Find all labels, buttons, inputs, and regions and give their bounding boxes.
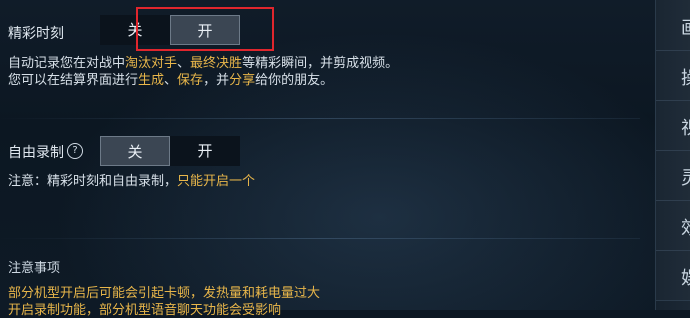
sidebar-item-6[interactable]: 娱 bbox=[656, 250, 690, 301]
notes-title: 注意事项 bbox=[8, 261, 61, 276]
sidebar-item-3[interactable]: 视 bbox=[656, 100, 690, 151]
section-divider-2 bbox=[0, 238, 640, 239]
red-annotation-box bbox=[136, 7, 274, 51]
help-icon[interactable]: ? bbox=[67, 143, 83, 159]
sidebar-item-1[interactable]: 画 bbox=[656, 0, 690, 51]
free-record-on-option[interactable]: 开 bbox=[170, 136, 240, 166]
highlights-label: 精彩时刻 bbox=[8, 26, 64, 42]
sidebar-item-5[interactable]: 效 bbox=[656, 200, 690, 251]
right-sidebar: 画 操 视 灵 效 娱 bbox=[655, 0, 690, 310]
sidebar-item-4[interactable]: 灵 bbox=[656, 150, 690, 201]
free-record-toggle[interactable]: 关 开 bbox=[100, 136, 240, 166]
free-record-label: 自由录制 bbox=[8, 145, 64, 161]
free-record-note: 注意：精彩时刻和自由录制，只能开启一个 bbox=[8, 174, 256, 189]
notes-line-2: 开启录制功能，部分机型语音聊天功能会受影响 bbox=[8, 303, 282, 318]
highlights-description-line2: 您可以在结算界面进行生成、保存，并分享给你的朋友。 bbox=[8, 73, 334, 88]
highlights-description-line1: 自动记录您在对战中淘汰对手、最终决胜等精彩瞬间，并剪成视频。 bbox=[8, 56, 399, 71]
free-record-off-option[interactable]: 关 bbox=[100, 136, 170, 166]
sidebar-item-2[interactable]: 操 bbox=[656, 50, 690, 101]
section-divider bbox=[0, 118, 640, 119]
